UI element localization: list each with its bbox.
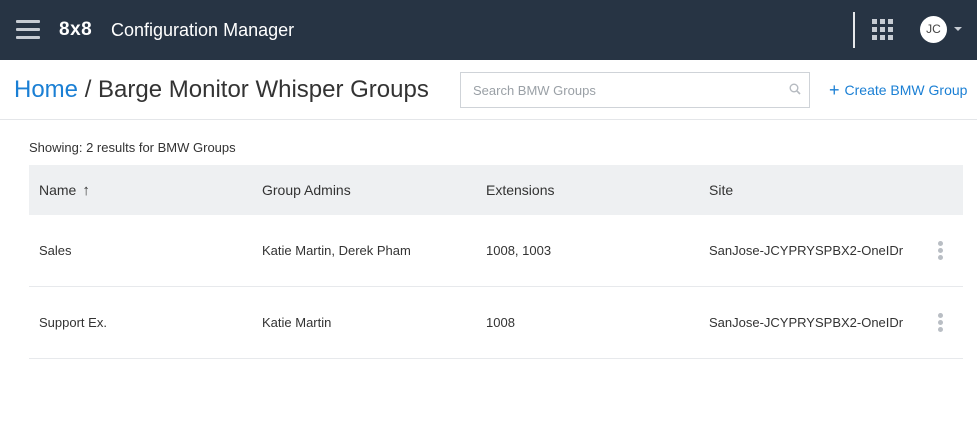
app-title: Configuration Manager [111,20,295,40]
column-header-name-label: Name [39,182,77,198]
bmw-groups-table: Name ↑ Group Admins Extensions Site Sales… [29,165,963,359]
table-row[interactable]: Sales Katie Martin, Derek Pham 1008, 100… [29,215,963,287]
apps-grid-icon[interactable] [872,19,894,41]
sort-ascending-icon[interactable]: ↑ [82,166,90,216]
chevron-down-icon[interactable] [954,27,962,31]
cell-site: SanJose-JCYPRYSPBX2-OneIDr [709,243,904,258]
table-header: Name ↑ Group Admins Extensions Site [29,165,963,215]
cell-group-admins: Katie Martin, Derek Pham [262,243,411,258]
more-options-icon[interactable] [937,313,945,333]
column-header-name[interactable]: Name ↑ [39,165,90,215]
cell-name: Support Ex. [39,315,107,330]
brand-logo[interactable]: 8x8 [59,19,92,41]
hamburger-menu-icon[interactable] [16,19,40,41]
cell-group-admins: Katie Martin [262,315,332,330]
more-options-icon[interactable] [937,241,945,261]
column-header-extensions[interactable]: Extensions [486,165,554,215]
breadcrumb-separator: / [84,76,92,103]
breadcrumb: Home / Barge Monitor Whisper Groups [14,76,429,104]
breadcrumb-home-link[interactable]: Home [14,76,78,103]
create-bmw-group-button[interactable]: + Create BMW Group [829,80,967,100]
search-icon[interactable] [789,83,801,95]
plus-icon: + [829,80,840,100]
page-title: Barge Monitor Whisper Groups [98,76,429,103]
cell-name: Sales [39,243,72,258]
page-header: Home / Barge Monitor Whisper Groups +Cre… [0,60,977,120]
search-box [460,72,810,108]
cell-site: SanJose-JCYPRYSPBX2-OneIDr [709,315,904,330]
cell-extensions: 1008, 1003 [486,243,552,258]
topbar-divider [853,12,855,48]
column-header-site[interactable]: Site [709,165,733,215]
results-count: Showing: 2 results for BMW Groups [29,140,236,155]
create-button-label: Create BMW Group [844,82,968,98]
table-row[interactable]: Support Ex. Katie Martin 1008 SanJose-JC… [29,287,963,359]
column-header-group-admins[interactable]: Group Admins [262,165,351,215]
top-navigation-bar: 8x8 Configuration Manager JC [0,0,977,60]
cell-extensions: 1008 [486,315,515,330]
user-avatar[interactable]: JC [920,16,947,43]
search-input[interactable] [461,73,771,107]
